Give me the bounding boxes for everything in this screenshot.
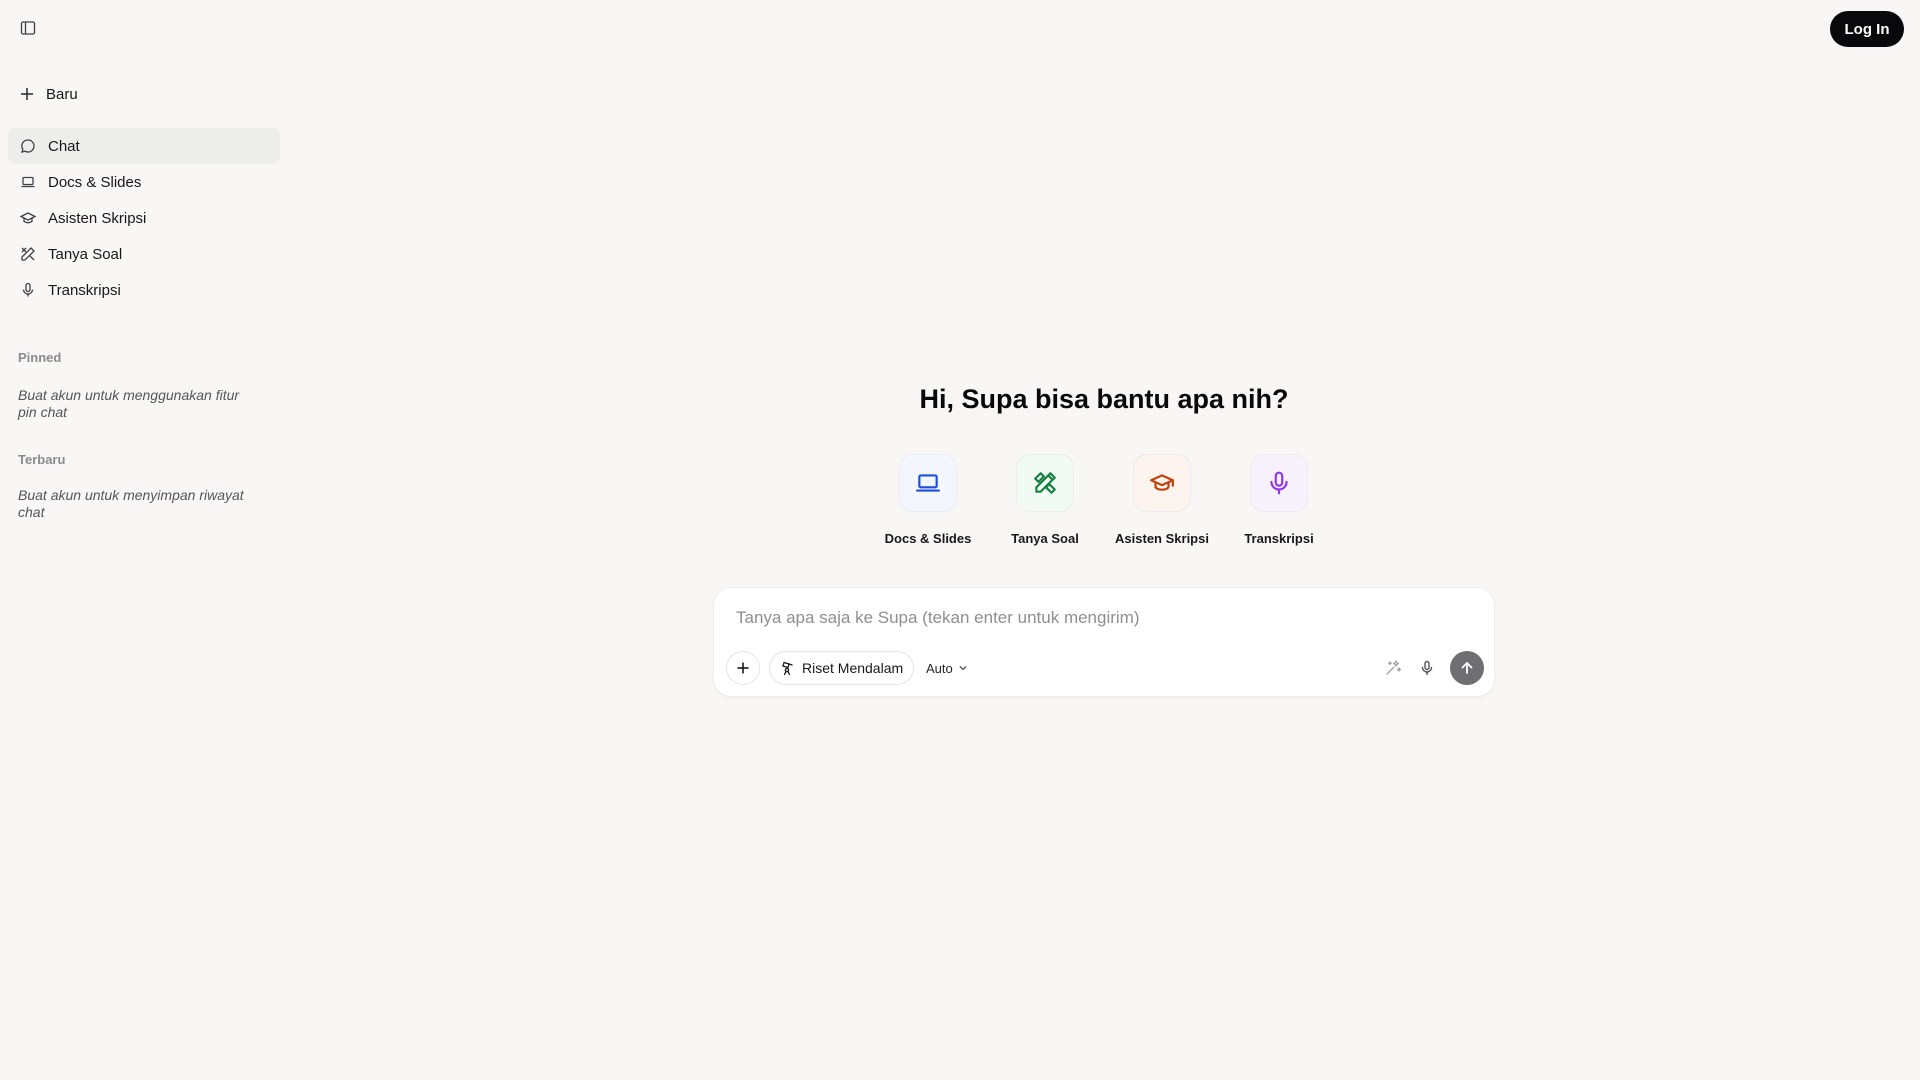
sidebar-item-label: Docs & Slides xyxy=(48,173,142,191)
chat-bubble-icon xyxy=(21,139,35,153)
feature-icon-box xyxy=(1133,454,1191,512)
model-select[interactable]: Auto xyxy=(926,651,968,685)
chevron-down-icon xyxy=(959,666,967,671)
feature-label: Transkripsi xyxy=(1244,531,1314,546)
new-chat-button[interactable]: Baru xyxy=(8,79,280,109)
arrow-up-icon xyxy=(1461,662,1473,674)
graduation-cap-icon xyxy=(20,212,36,224)
voice-input-button[interactable] xyxy=(1414,655,1440,681)
chat-composer: Riset Mendalam Auto xyxy=(713,587,1495,697)
attach-button[interactable] xyxy=(726,651,760,685)
sidebar-item-tanya-soal[interactable]: Tanya Soal xyxy=(8,236,280,272)
login-button[interactable]: Log In xyxy=(1830,11,1904,47)
panel-left-icon xyxy=(20,21,36,35)
microphone-icon xyxy=(1270,471,1288,495)
feature-transkripsi[interactable]: Transkripsi xyxy=(1224,454,1334,546)
new-chat-label: Baru xyxy=(46,85,78,103)
greeting-heading: Hi, Supa bisa bantu apa nih? xyxy=(919,384,1289,414)
sidebar-item-docs-slides[interactable]: Docs & Slides xyxy=(8,164,280,200)
enhance-prompt-button[interactable] xyxy=(1380,655,1406,681)
sidebar-item-label: Asisten Skripsi xyxy=(48,209,147,227)
feature-docs-slides[interactable]: Docs & Slides xyxy=(873,454,983,546)
sidebar-item-label: Tanya Soal xyxy=(48,245,123,263)
sidebar-nav: Chat Docs & Slides Asisten Skripsi Tanya… xyxy=(8,128,280,308)
laptop-icon xyxy=(21,176,35,188)
sidebar-item-asisten-skripsi[interactable]: Asisten Skripsi xyxy=(8,200,280,236)
feature-label: Docs & Slides xyxy=(884,531,972,546)
sidebar-item-label: Chat xyxy=(48,137,80,155)
pinned-section-label: Pinned xyxy=(18,350,62,365)
chat-input[interactable] xyxy=(736,608,1436,628)
feature-shortcuts: Docs & Slides Tanya Soal Asisten Skripsi xyxy=(0,454,1920,554)
laptop-icon xyxy=(916,474,940,492)
telescope-icon xyxy=(782,661,793,676)
pencil-ruler-icon xyxy=(21,247,35,261)
feature-label: Asisten Skripsi xyxy=(1115,531,1209,546)
feature-icon-box xyxy=(899,454,957,512)
sidebar-item-label: Transkripsi xyxy=(48,281,121,299)
plus-icon xyxy=(737,662,749,674)
deep-research-label: Riset Mendalam xyxy=(802,660,904,676)
pinned-empty-note: Buat akun untuk menggunakan fitur pin ch… xyxy=(18,387,240,420)
app-root: Baru Chat Docs & Slides Asisten Skripsi xyxy=(0,0,1920,1080)
microphone-icon xyxy=(22,282,34,297)
model-select-value: Auto xyxy=(926,660,953,676)
sidebar-toggle-button[interactable] xyxy=(16,16,40,40)
feature-icon-box xyxy=(1016,454,1074,512)
feature-asisten-skripsi[interactable]: Asisten Skripsi xyxy=(1107,454,1217,546)
send-button[interactable] xyxy=(1450,651,1484,685)
graduation-cap-icon xyxy=(1150,474,1174,491)
plus-icon xyxy=(21,88,33,100)
sidebar-item-chat[interactable]: Chat xyxy=(8,128,280,164)
sidebar-item-transkripsi[interactable]: Transkripsi xyxy=(8,272,280,308)
sparkles-icon xyxy=(1386,660,1402,675)
pencil-ruler-icon xyxy=(1034,472,1056,494)
feature-icon-box xyxy=(1250,454,1308,512)
feature-label: Tanya Soal xyxy=(1011,531,1079,546)
deep-research-button[interactable]: Riset Mendalam xyxy=(769,651,915,685)
feature-tanya-soal[interactable]: Tanya Soal xyxy=(990,454,1100,546)
microphone-icon xyxy=(1421,660,1433,676)
